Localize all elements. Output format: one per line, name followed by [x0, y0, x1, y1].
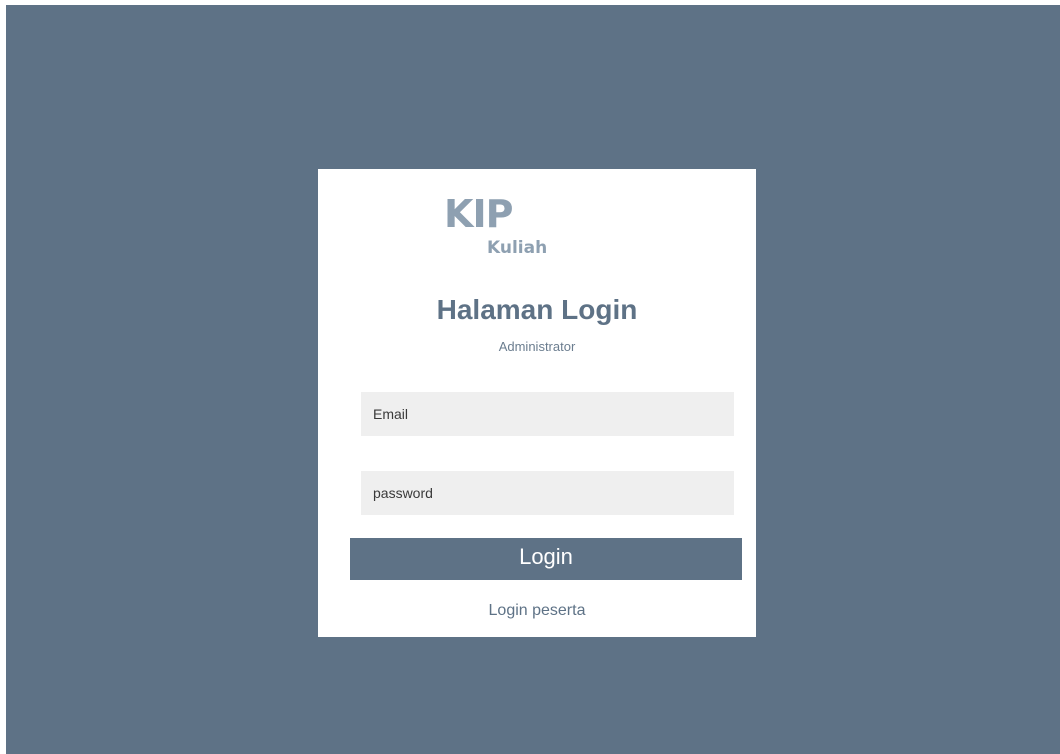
logo-kuliah-text: Kuliah — [487, 238, 548, 258]
login-peserta-link[interactable]: Login peserta — [318, 601, 756, 621]
kip-kuliah-logo: KIP Kuliah — [444, 194, 574, 264]
page-subtitle: Administrator — [498, 339, 576, 354]
login-card: KIP Kuliah Halaman Login Administrator L… — [318, 169, 756, 637]
page-title: Halaman Login — [436, 294, 638, 325]
logo-kip-text: KIP — [444, 192, 513, 236]
password-field[interactable] — [361, 471, 734, 515]
email-field[interactable] — [361, 392, 734, 436]
page-background: KIP Kuliah Halaman Login Administrator L… — [6, 5, 1060, 754]
login-button[interactable]: Login — [350, 538, 742, 580]
